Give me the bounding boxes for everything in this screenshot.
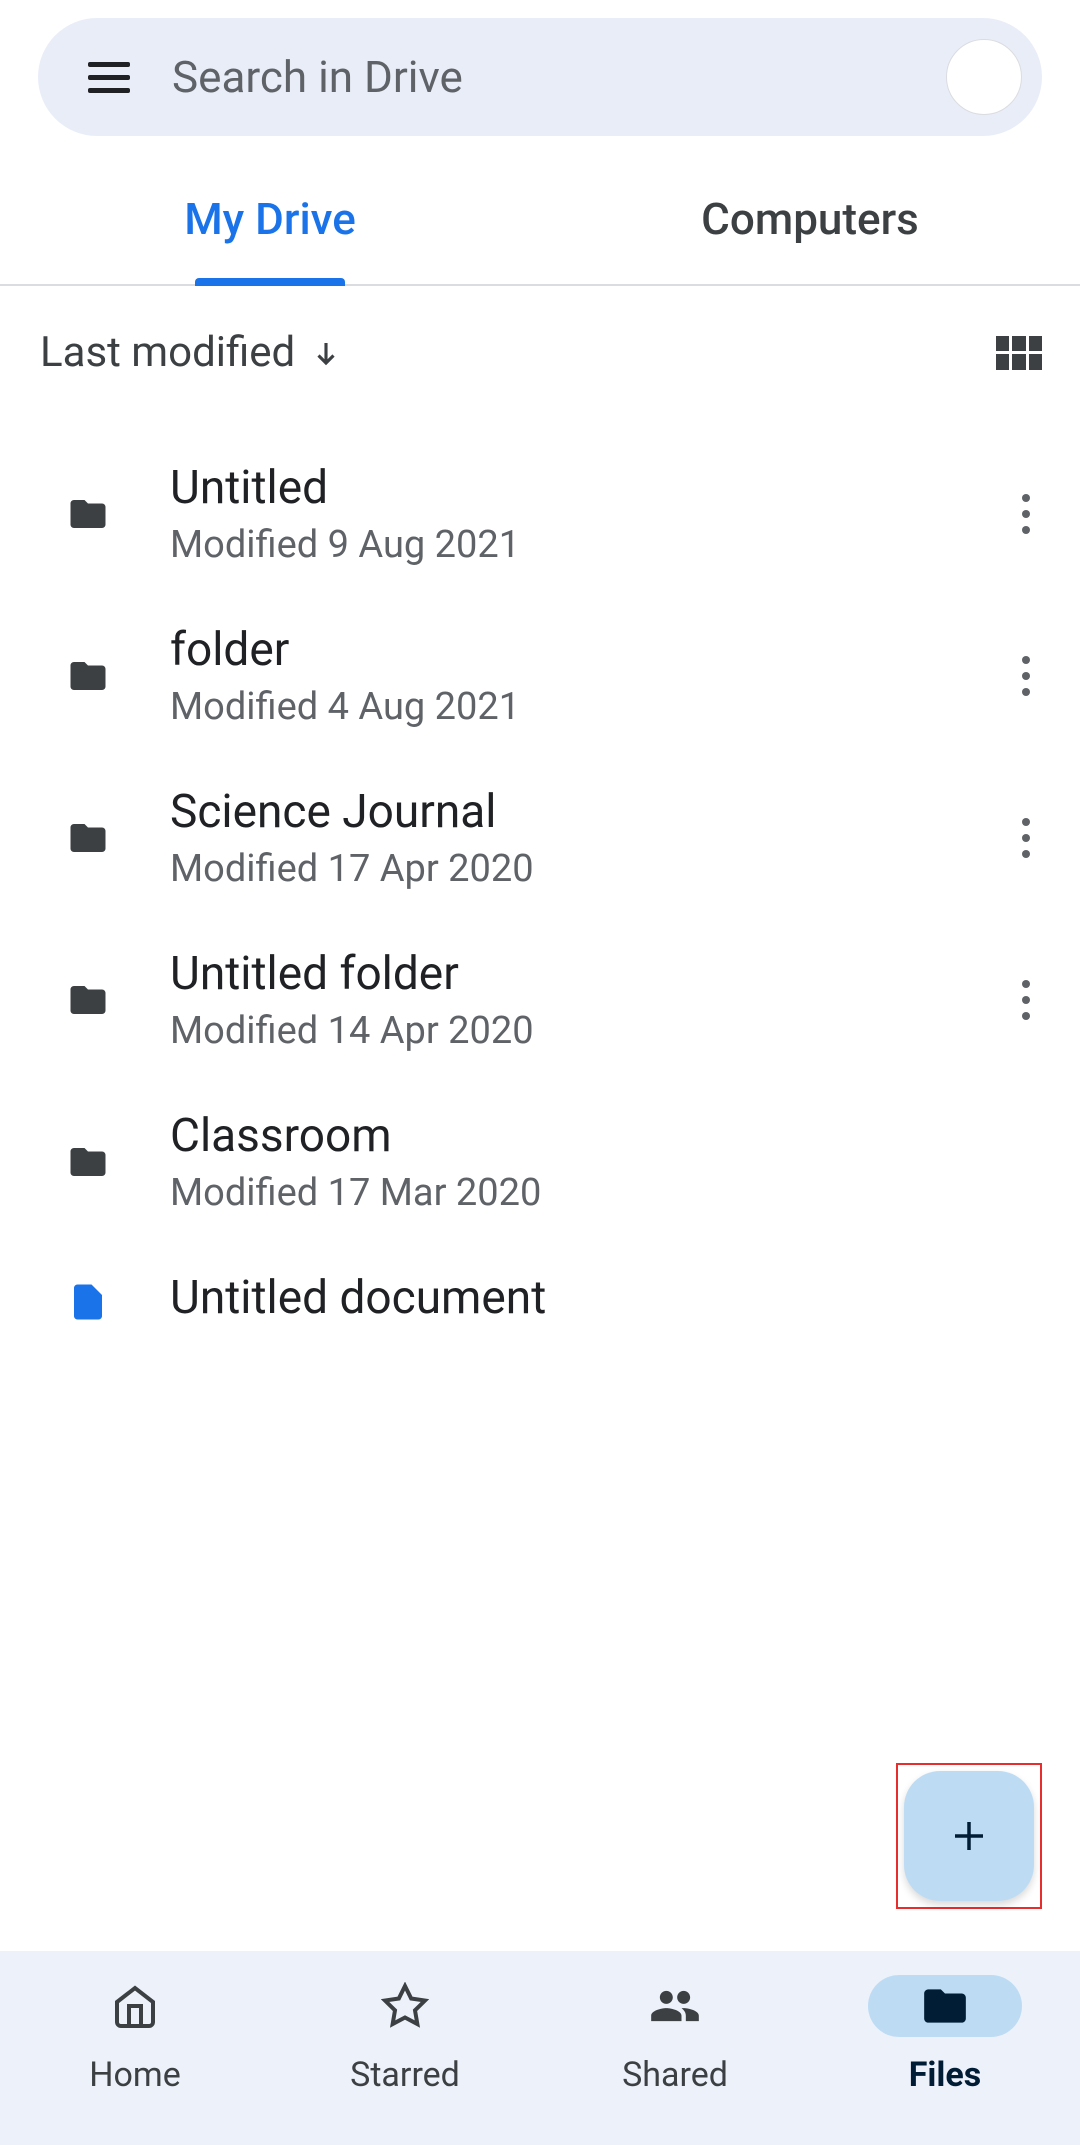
avatar[interactable] (946, 39, 1022, 115)
file-text: Untitled folder Modified 14 Apr 2020 (170, 947, 954, 1053)
nav-label: Home (89, 2055, 181, 2095)
list-item[interactable]: Untitled folder Modified 14 Apr 2020 (0, 919, 1080, 1081)
file-name: Classroom (170, 1109, 1042, 1163)
file-text: folder Modified 4 Aug 2021 (170, 623, 954, 729)
file-name: Untitled folder (170, 947, 954, 1001)
folder-icon (62, 1141, 114, 1183)
list-item[interactable]: Untitled Modified 9 Aug 2021 (0, 433, 1080, 595)
more-icon[interactable] (1010, 644, 1042, 708)
nav-files[interactable]: Files (810, 1975, 1080, 2145)
nav-label: Starred (350, 2055, 460, 2095)
tabs: My Drive Computers (0, 154, 1080, 286)
nav-starred[interactable]: Starred (270, 1975, 540, 2145)
folder-icon (62, 979, 114, 1021)
add-button[interactable] (904, 1771, 1034, 1901)
more-icon[interactable] (1010, 482, 1042, 546)
search-input[interactable]: Search in Drive (172, 51, 946, 103)
file-name: folder (170, 623, 954, 677)
folder-icon (62, 493, 114, 535)
list-item[interactable]: Untitled document (0, 1243, 1080, 1333)
nav-label: Shared (622, 2055, 728, 2095)
file-modified: Modified 17 Apr 2020 (170, 847, 954, 891)
file-text: Science Journal Modified 17 Apr 2020 (170, 785, 954, 891)
sort-button[interactable]: Last modified (40, 328, 341, 377)
star-icon (381, 1982, 429, 2030)
arrow-down-icon (311, 338, 341, 368)
folder-icon (62, 655, 114, 697)
file-name: Untitled document (170, 1271, 1042, 1325)
folder-icon (920, 1981, 970, 2031)
tab-my-drive[interactable]: My Drive (0, 154, 540, 284)
folder-icon (62, 817, 114, 859)
sort-label-text: Last modified (40, 328, 295, 377)
search-bar[interactable]: Search in Drive (38, 18, 1042, 136)
more-icon[interactable] (1010, 806, 1042, 870)
file-modified: Modified 4 Aug 2021 (170, 685, 954, 729)
plus-icon (948, 1815, 990, 1857)
list-item[interactable]: Science Journal Modified 17 Apr 2020 (0, 757, 1080, 919)
bottom-nav: Home Starred Shared Files (0, 1951, 1080, 2145)
file-modified: Modified 9 Aug 2021 (170, 523, 954, 567)
nav-shared[interactable]: Shared (540, 1975, 810, 2145)
file-text: Untitled document (170, 1271, 1042, 1333)
doc-icon (62, 1281, 114, 1323)
file-text: Classroom Modified 17 Mar 2020 (170, 1109, 1042, 1215)
people-icon (649, 1980, 701, 2032)
nav-home[interactable]: Home (0, 1975, 270, 2145)
menu-icon[interactable] (88, 62, 130, 93)
file-name: Untitled (170, 461, 954, 515)
file-modified: Modified 14 Apr 2020 (170, 1009, 954, 1053)
file-list: Untitled Modified 9 Aug 2021 folder Modi… (0, 405, 1080, 1333)
nav-label: Files (909, 2055, 981, 2095)
fab-highlight (896, 1763, 1042, 1909)
home-icon (111, 1982, 159, 2030)
more-icon[interactable] (1010, 968, 1042, 1032)
file-text: Untitled Modified 9 Aug 2021 (170, 461, 954, 567)
file-name: Science Journal (170, 785, 954, 839)
list-item[interactable]: Classroom Modified 17 Mar 2020 (0, 1081, 1080, 1243)
grid-view-icon[interactable] (996, 336, 1042, 370)
tab-computers[interactable]: Computers (540, 154, 1080, 284)
file-modified: Modified 17 Mar 2020 (170, 1171, 1042, 1215)
sort-row: Last modified (0, 286, 1080, 405)
list-item[interactable]: folder Modified 4 Aug 2021 (0, 595, 1080, 757)
